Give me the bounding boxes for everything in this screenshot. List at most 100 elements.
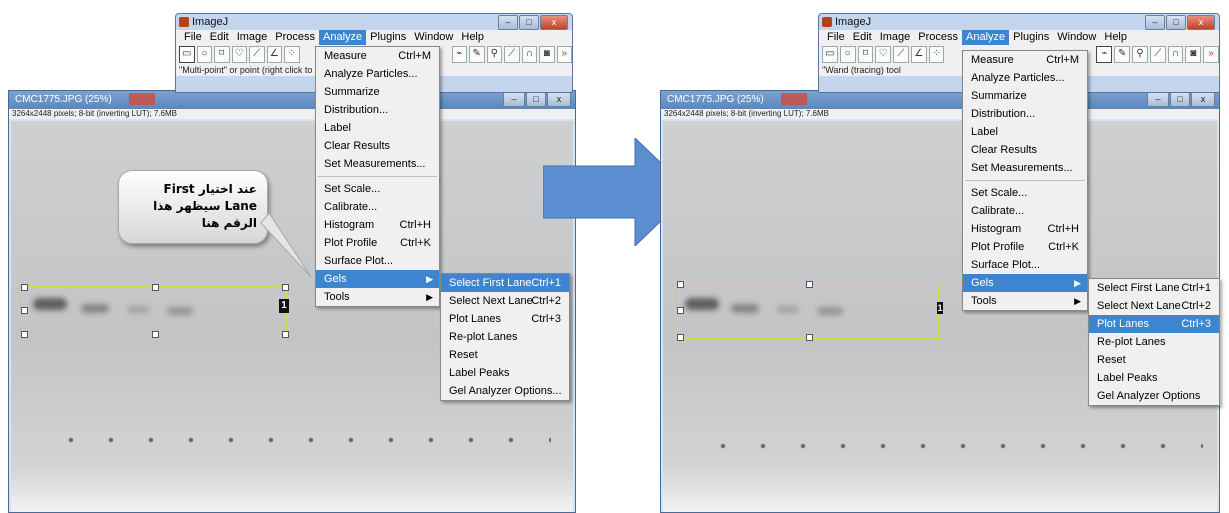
- menu-item-histogram[interactable]: Histogram Ctrl+H: [963, 220, 1087, 238]
- menu-item-summarize[interactable]: Summarize: [963, 87, 1087, 105]
- image-window-title-bar[interactable]: CMC1775.JPG (25%) – □ x: [661, 91, 1219, 109]
- selection-handle[interactable]: [21, 284, 28, 291]
- menu-analyze[interactable]: Analyze: [962, 30, 1010, 45]
- menu-window[interactable]: Window: [1053, 30, 1100, 45]
- imagej-title-bar[interactable]: ImageJ – □ x: [176, 14, 572, 30]
- rectangle-tool-icon[interactable]: ▭: [179, 46, 195, 63]
- selection-handle[interactable]: [152, 284, 159, 291]
- more-tools-icon[interactable]: »: [556, 46, 572, 63]
- menu-item-analyze-particles[interactable]: Analyze Particles...: [316, 65, 439, 83]
- minimize-icon[interactable]: –: [503, 92, 525, 107]
- selection-handle[interactable]: [152, 331, 159, 338]
- menu-item-histogram[interactable]: Histogram Ctrl+H: [316, 216, 439, 234]
- line-tool-icon[interactable]: ⟋: [249, 46, 265, 63]
- submenu-item-plot-lanes[interactable]: Plot Lanes Ctrl+3: [441, 310, 569, 328]
- menu-item-clear-results[interactable]: Clear Results: [316, 137, 439, 155]
- menu-item-tools[interactable]: Tools ▶: [316, 288, 439, 306]
- menu-item-set-measurements[interactable]: Set Measurements...: [963, 159, 1087, 177]
- menu-help[interactable]: Help: [1100, 30, 1131, 45]
- selection-handle[interactable]: [806, 281, 813, 288]
- submenu-item-gel-analyzer-options[interactable]: Gel Analyzer Options...: [441, 382, 569, 400]
- submenu-item-select-first-lane[interactable]: Select First Lane Ctrl+1: [1089, 279, 1219, 297]
- selection-handle[interactable]: [677, 307, 684, 314]
- menu-analyze[interactable]: Analyze: [319, 30, 367, 45]
- maximize-icon[interactable]: □: [526, 92, 546, 107]
- more-tools-icon[interactable]: »: [1203, 46, 1219, 63]
- menu-item-distribution[interactable]: Distribution...: [316, 101, 439, 119]
- minimize-icon[interactable]: –: [498, 15, 518, 30]
- pencil-tool-icon[interactable]: ✎: [1114, 46, 1131, 63]
- submenu-item-label-peaks[interactable]: Label Peaks: [441, 364, 569, 382]
- submenu-item-reset[interactable]: Reset: [441, 346, 569, 364]
- polygon-tool-icon[interactable]: ⌑: [214, 46, 230, 63]
- menu-item-summarize[interactable]: Summarize: [316, 83, 439, 101]
- menu-item-measure[interactable]: Measure Ctrl+M: [316, 47, 439, 65]
- menu-item-calibrate[interactable]: Calibrate...: [963, 202, 1087, 220]
- selection-handle[interactable]: [282, 331, 289, 338]
- menu-item-surface-plot[interactable]: Surface Plot...: [316, 252, 439, 270]
- menu-item-plot-profile[interactable]: Plot Profile Ctrl+K: [316, 234, 439, 252]
- submenu-item-select-next-lane[interactable]: Select Next Lane Ctrl+2: [441, 292, 569, 310]
- curve-tool-icon[interactable]: ∩: [1167, 46, 1184, 63]
- close-icon[interactable]: x: [1191, 92, 1215, 107]
- menu-item-clear-results[interactable]: Clear Results: [963, 141, 1087, 159]
- close-icon[interactable]: x: [1187, 15, 1215, 30]
- wand-tool-icon[interactable]: ⌁: [1096, 46, 1113, 63]
- submenu-item-re-plot-lanes[interactable]: Re-plot Lanes: [1089, 333, 1219, 351]
- menu-plugins[interactable]: Plugins: [366, 30, 410, 45]
- curve-tool-icon[interactable]: ∩: [521, 46, 537, 63]
- imagej-title-bar[interactable]: ImageJ – □ x: [819, 14, 1219, 30]
- menu-item-analyze-particles[interactable]: Analyze Particles...: [963, 69, 1087, 87]
- angle-tool-icon[interactable]: ∠: [910, 46, 927, 63]
- minimize-icon[interactable]: –: [1147, 92, 1169, 107]
- selection-handle[interactable]: [282, 284, 289, 291]
- selection-handle[interactable]: [21, 331, 28, 338]
- menu-item-tools[interactable]: Tools ▶: [963, 292, 1087, 310]
- lut-tool-icon[interactable]: ◙: [539, 46, 555, 63]
- freehand-tool-icon[interactable]: ♡: [231, 46, 247, 63]
- menu-item-distribution[interactable]: Distribution...: [963, 105, 1087, 123]
- menu-edit[interactable]: Edit: [206, 30, 233, 45]
- point-tool-icon[interactable]: ⁘: [284, 46, 300, 63]
- brush-tool-icon[interactable]: ⟋: [504, 46, 520, 63]
- menu-process[interactable]: Process: [271, 30, 319, 45]
- maximize-icon[interactable]: □: [519, 15, 539, 30]
- menu-item-set-measurements[interactable]: Set Measurements...: [316, 155, 439, 173]
- lut-tool-icon[interactable]: ◙: [1185, 46, 1202, 63]
- menu-help[interactable]: Help: [457, 30, 488, 45]
- maximize-icon[interactable]: □: [1166, 15, 1186, 30]
- selection-handle[interactable]: [677, 334, 684, 341]
- rectangle-tool-icon[interactable]: ▭: [822, 46, 838, 63]
- maximize-icon[interactable]: □: [1170, 92, 1190, 107]
- freehand-tool-icon[interactable]: ♡: [875, 46, 892, 63]
- pencil-tool-icon[interactable]: ✎: [469, 46, 485, 63]
- submenu-item-reset[interactable]: Reset: [1089, 351, 1219, 369]
- dropper-tool-icon[interactable]: ⚲: [1132, 46, 1148, 63]
- angle-tool-icon[interactable]: ∠: [266, 46, 282, 63]
- oval-tool-icon[interactable]: ○: [196, 46, 212, 63]
- menu-item-plot-profile[interactable]: Plot Profile Ctrl+K: [963, 238, 1087, 256]
- menu-item-set-scale[interactable]: Set Scale...: [316, 180, 439, 198]
- menu-window[interactable]: Window: [410, 30, 457, 45]
- image-window-title-bar[interactable]: CMC1775.JPG (25%) – □ x: [9, 91, 575, 109]
- selection-handle[interactable]: [677, 281, 684, 288]
- submenu-item-label-peaks[interactable]: Label Peaks: [1089, 369, 1219, 387]
- line-tool-icon[interactable]: ⟋: [893, 46, 909, 63]
- menu-item-label[interactable]: Label: [963, 123, 1087, 141]
- menu-item-set-scale[interactable]: Set Scale...: [963, 184, 1087, 202]
- point-tool-icon[interactable]: ⁘: [928, 46, 945, 63]
- wand-tool-icon[interactable]: ⌁: [451, 46, 467, 63]
- oval-tool-icon[interactable]: ○: [839, 46, 856, 63]
- menu-file[interactable]: File: [823, 30, 849, 45]
- close-icon[interactable]: x: [547, 92, 571, 107]
- dropper-tool-icon[interactable]: ⚲: [486, 46, 502, 63]
- submenu-item-gel-analyzer-options[interactable]: Gel Analyzer Options: [1089, 387, 1219, 405]
- menu-file[interactable]: File: [180, 30, 206, 45]
- menu-image[interactable]: Image: [876, 30, 915, 45]
- selection-handle[interactable]: [21, 307, 28, 314]
- menu-item-label[interactable]: Label: [316, 119, 439, 137]
- selection-handle[interactable]: [806, 334, 813, 341]
- close-icon[interactable]: x: [540, 15, 568, 30]
- menu-item-calibrate[interactable]: Calibrate...: [316, 198, 439, 216]
- submenu-item-select-next-lane[interactable]: Select Next Lane Ctrl+2: [1089, 297, 1219, 315]
